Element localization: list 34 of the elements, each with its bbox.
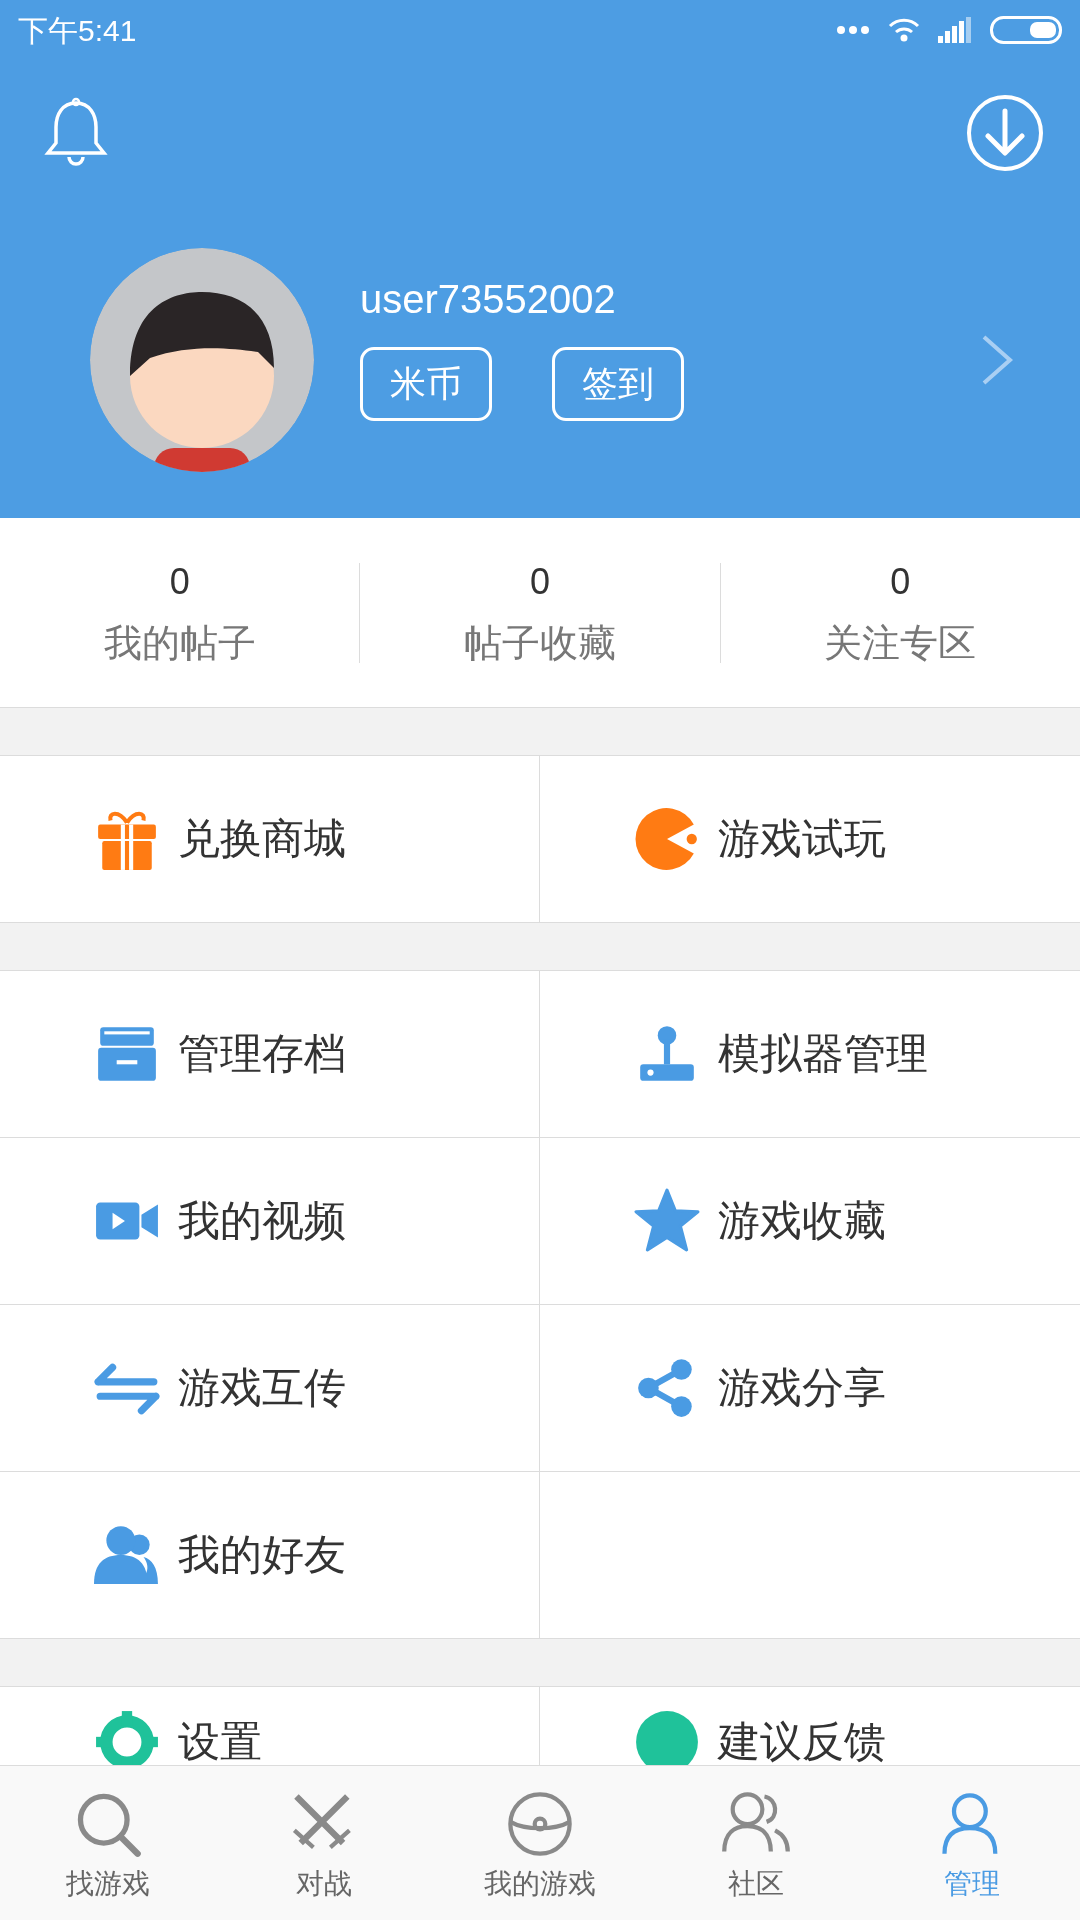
star-icon xyxy=(634,1188,700,1254)
menu-item[interactable]: 模拟器管理 xyxy=(634,1021,928,1087)
menu-item[interactable]: 游戏试玩 xyxy=(634,806,886,872)
nav-tab[interactable]: 我的游戏 xyxy=(432,1766,648,1920)
stat-count: 0 xyxy=(529,563,550,600)
more-dots-icon xyxy=(836,25,870,35)
stat-label[interactable]: 我的帖子 xyxy=(103,623,256,662)
gear-icon xyxy=(94,1708,160,1765)
pacman-icon xyxy=(634,806,700,872)
stat-count: 0 xyxy=(890,563,911,600)
menu-item[interactable]: 游戏收藏 xyxy=(634,1188,886,1254)
download-icon[interactable] xyxy=(966,94,1044,172)
wifi-icon xyxy=(888,17,920,43)
menu-item[interactable]: 兑换商城 xyxy=(94,806,346,872)
menu-item[interactable]: 我的好友 xyxy=(94,1522,346,1588)
stat-count: 0 xyxy=(169,563,190,600)
menu-item[interactable]: 建议反馈 xyxy=(634,1708,886,1765)
signal-icon xyxy=(938,17,972,43)
nav-tab[interactable]: 找游戏 xyxy=(0,1766,216,1920)
notification-bell-icon[interactable] xyxy=(44,97,108,169)
status-time: 下午5:41 xyxy=(18,12,137,49)
stat-label[interactable]: 关注专区 xyxy=(824,623,977,662)
menu-item[interactable]: 游戏分享 xyxy=(634,1355,886,1421)
nav-tab[interactable]: 对战 xyxy=(216,1766,432,1920)
avatar[interactable] xyxy=(90,248,314,472)
nav-tab[interactable]: 社区 xyxy=(648,1766,864,1920)
menu-item[interactable]: 管理存档 xyxy=(94,1021,346,1087)
stat-label[interactable]: 帖子收藏 xyxy=(464,623,616,662)
battery-icon xyxy=(990,16,1062,44)
menu-item[interactable]: 设置 xyxy=(94,1708,262,1765)
menu-item[interactable]: 我的视频 xyxy=(94,1188,346,1254)
username: user73552002 xyxy=(360,279,617,319)
chevron-right-icon[interactable] xyxy=(980,334,1014,386)
menu-item[interactable]: 游戏互传 xyxy=(94,1355,346,1421)
